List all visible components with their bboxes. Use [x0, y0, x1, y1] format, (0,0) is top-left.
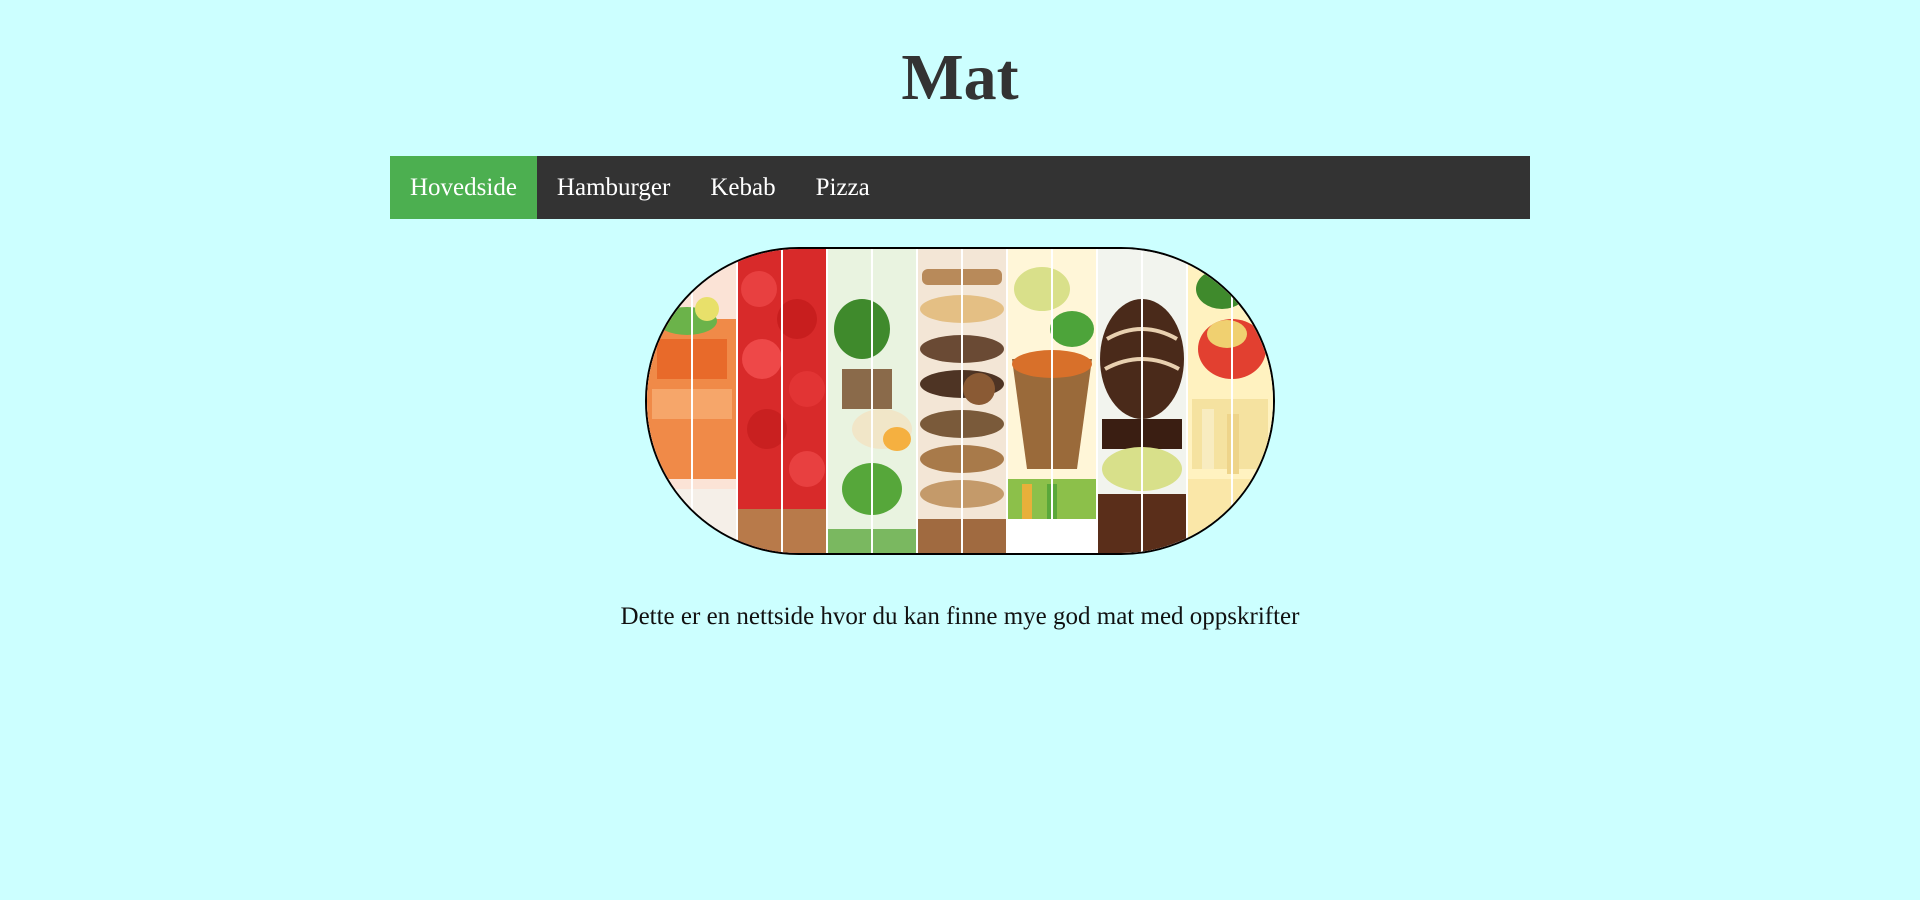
- nav-bar: Hovedside Hamburger Kebab Pizza: [390, 156, 1530, 219]
- intro-text: Dette er en nettside hvor du kan finne m…: [620, 603, 1300, 630]
- nav-item-kebab[interactable]: Kebab: [690, 156, 795, 219]
- nav-item-hovedside[interactable]: Hovedside: [390, 156, 537, 219]
- food-collage-image: [645, 247, 1275, 555]
- nav-item-hamburger[interactable]: Hamburger: [537, 156, 690, 219]
- nav-item-pizza[interactable]: Pizza: [796, 156, 890, 219]
- page-title: Mat: [901, 41, 1019, 114]
- panel-pasta: [1187, 249, 1273, 553]
